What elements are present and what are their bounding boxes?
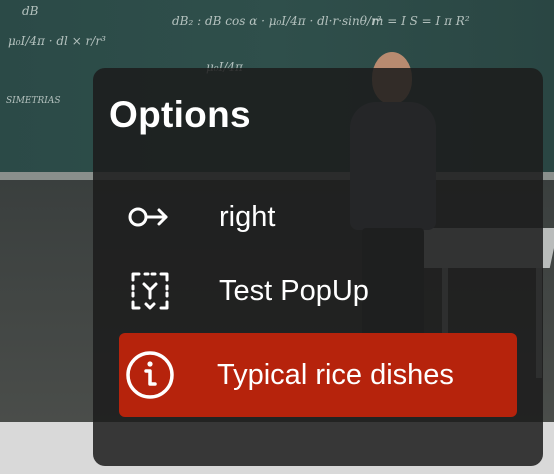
option-right[interactable]: right [119, 197, 517, 237]
option-test-popup[interactable]: Test PopUp [119, 271, 517, 311]
option-label: Test PopUp [219, 275, 369, 307]
focus-frame-icon [119, 268, 181, 314]
panel-title: Options [109, 94, 251, 135]
option-label: right [219, 201, 276, 233]
options-panel: Options right Test PopUp Typical rice di… [93, 68, 543, 466]
option-typical-rice-dishes[interactable]: Typical rice dishes [119, 333, 517, 417]
option-label: Typical rice dishes [217, 359, 454, 391]
info-icon [119, 350, 181, 400]
arrow-right-circle-icon [119, 205, 181, 229]
